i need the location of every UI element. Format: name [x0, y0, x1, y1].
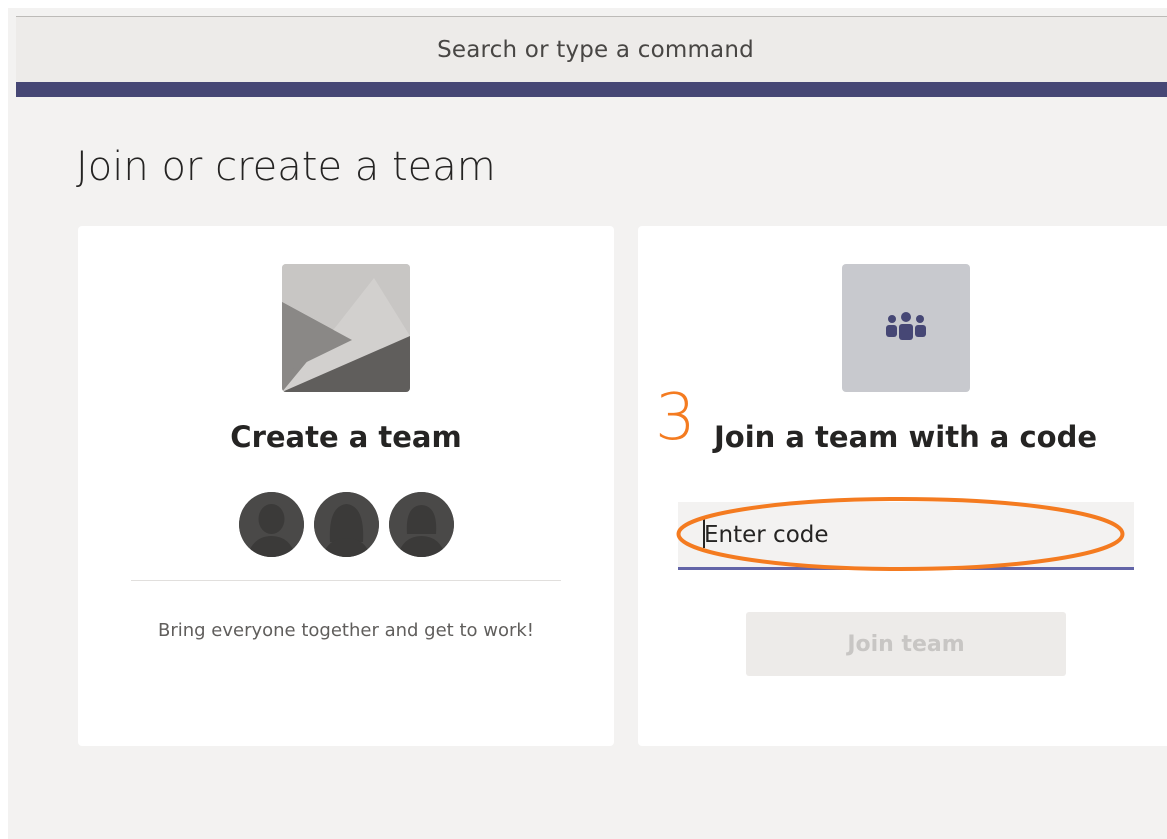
text-cursor: [703, 516, 705, 548]
search-bar[interactable]: Search or type a command: [16, 16, 1167, 82]
create-team-description: Bring everyone together and get to work!: [157, 620, 535, 641]
join-team-title: Join a team with a code: [714, 420, 1098, 454]
app-window: Search or type a command Join or create …: [0, 0, 1167, 839]
join-team-card: 3 Join a team with a code Join team: [638, 226, 1167, 746]
create-team-title: Create a team: [230, 420, 462, 454]
search-placeholder[interactable]: Search or type a command: [437, 37, 754, 63]
join-team-button[interactable]: Join team: [746, 612, 1066, 676]
person-silhouette-icon: [313, 492, 379, 557]
page-title: Join or create a team: [76, 144, 496, 190]
landscape-placeholder-icon: [282, 264, 410, 392]
people-group-icon: [842, 264, 970, 392]
team-code-input[interactable]: [678, 502, 1134, 570]
person-silhouette-icon: [388, 492, 454, 557]
annotation-step-number: 3: [655, 381, 696, 455]
avatar-group: [231, 492, 461, 558]
person-silhouette-icon: [238, 492, 304, 557]
card-divider: [131, 580, 561, 581]
header-accent-strip: [16, 82, 1167, 97]
create-team-card[interactable]: Create a team Bring everyone together an…: [78, 226, 614, 746]
